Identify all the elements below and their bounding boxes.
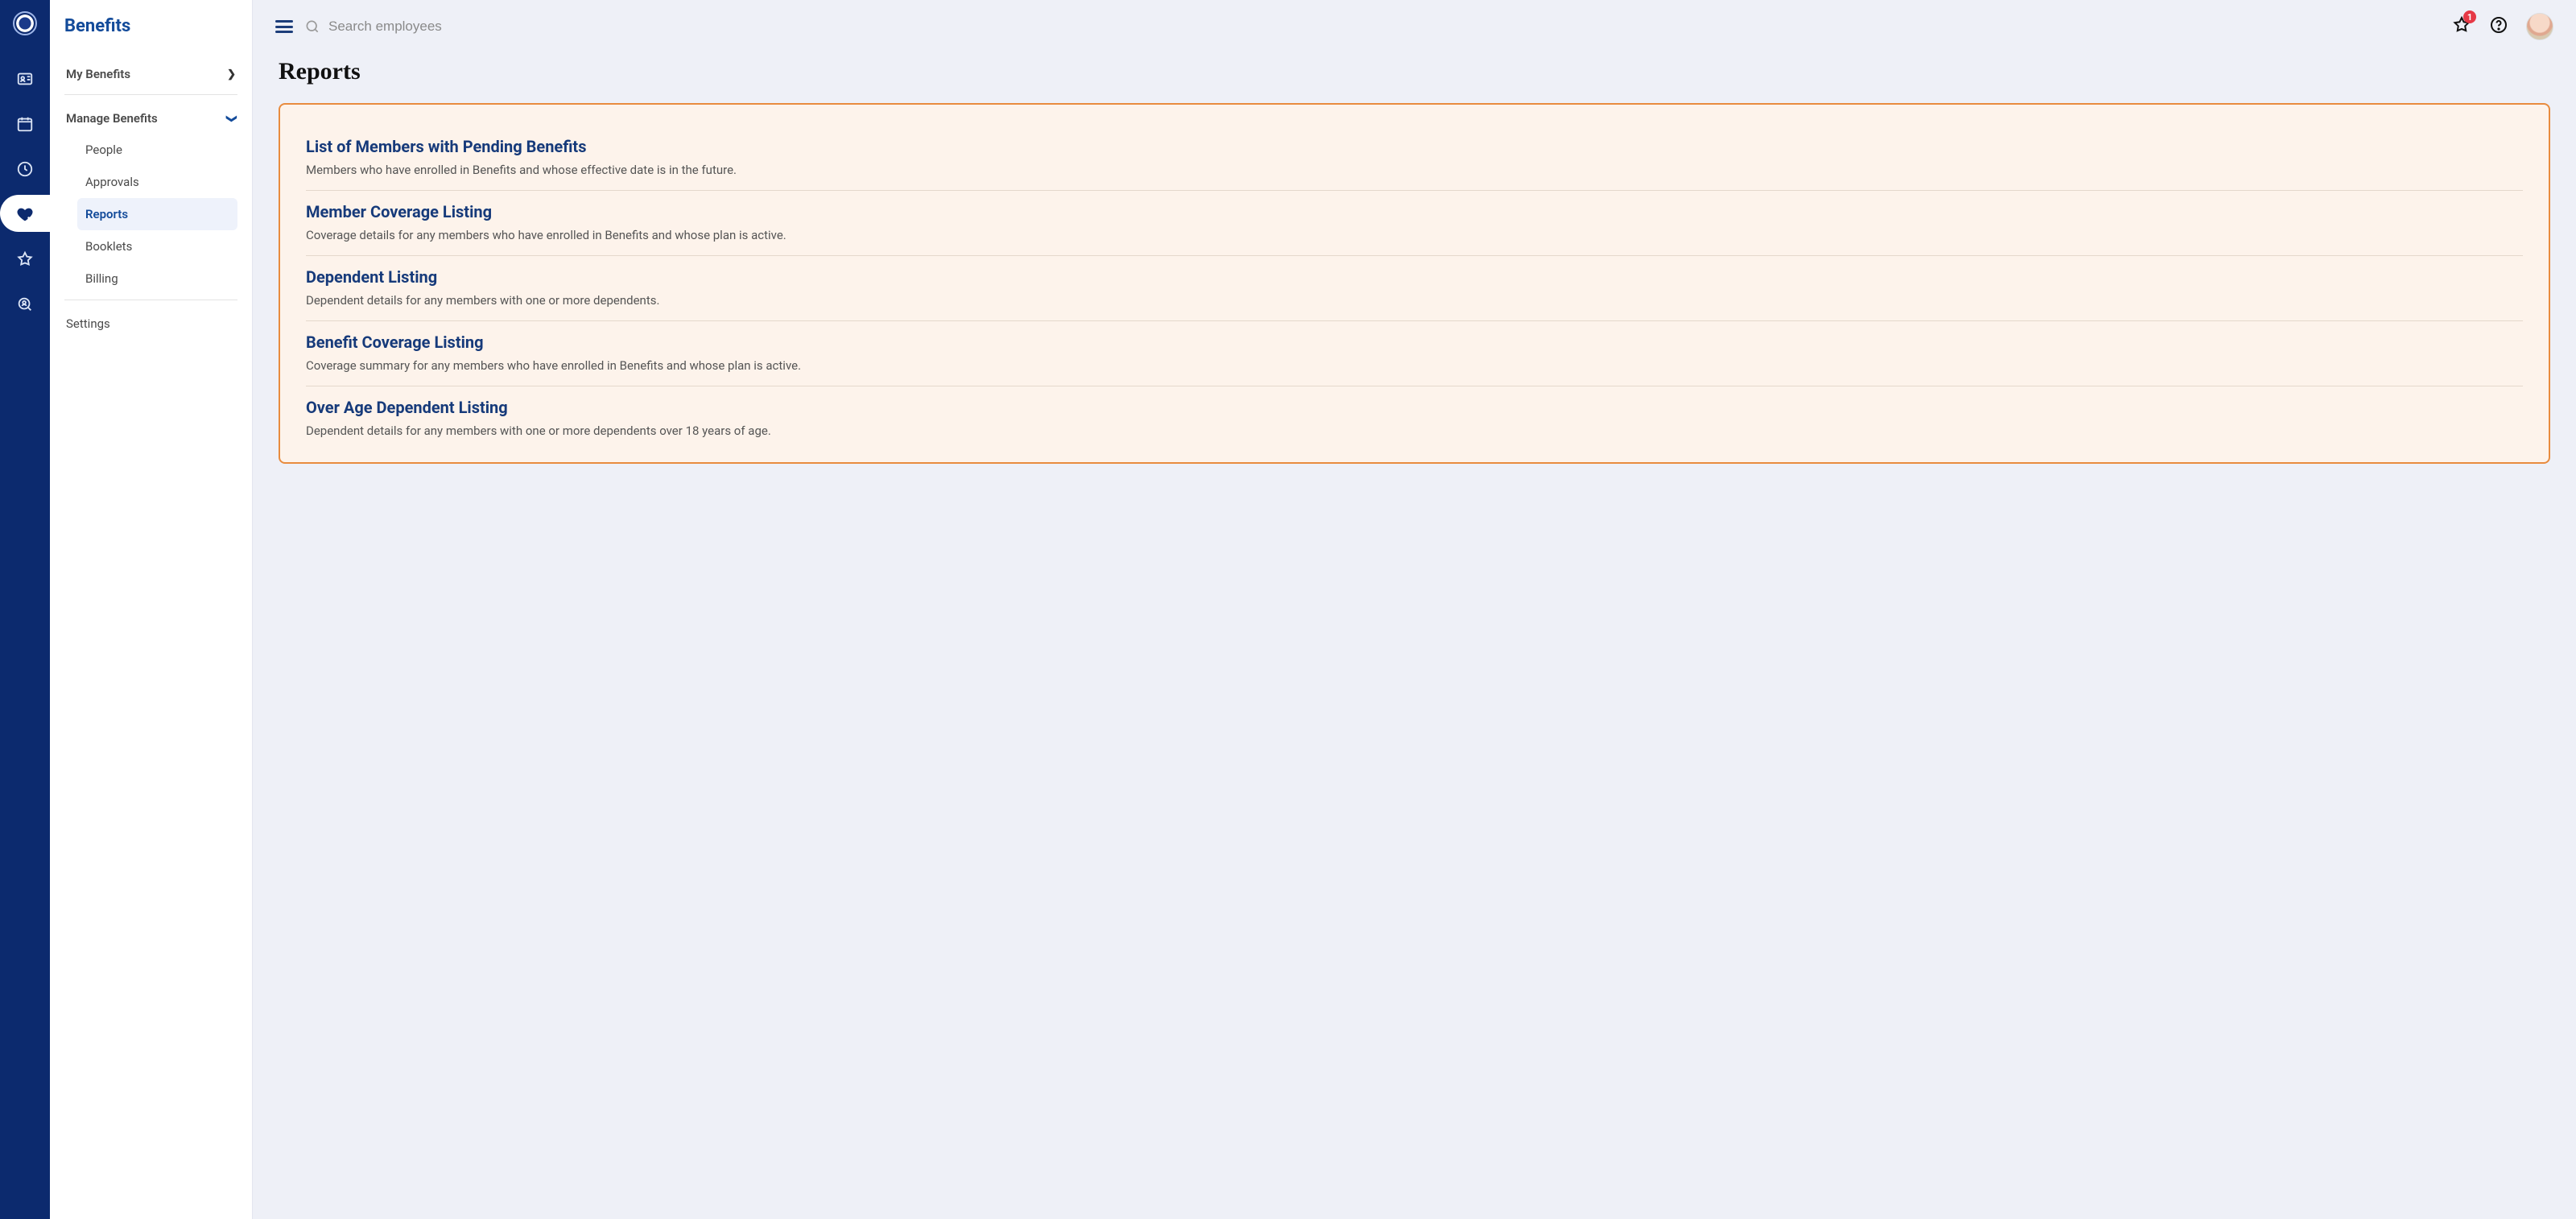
sidebar-sub-billing[interactable]: Billing: [77, 262, 237, 295]
sidebar-sub-approvals[interactable]: Approvals: [77, 166, 237, 198]
search-input[interactable]: [328, 19, 570, 35]
report-desc: Coverage summary for any members who hav…: [306, 358, 2523, 373]
report-title: Benefit Coverage Listing: [306, 333, 2523, 352]
report-title: Dependent Listing: [306, 267, 2523, 287]
page-title: Reports: [279, 58, 2550, 85]
nav-rail: [0, 0, 50, 1219]
id-card-icon[interactable]: [15, 69, 35, 89]
chevron-right-icon: ❯: [227, 68, 236, 81]
topbar-right: 1: [2452, 13, 2553, 40]
clock-icon[interactable]: [15, 159, 35, 179]
reports-card: List of Members with Pending Benefits Me…: [279, 103, 2550, 464]
page-body: Reports List of Members with Pending Ben…: [253, 48, 2576, 496]
sidebar-title: Benefits: [64, 16, 237, 36]
report-title: Over Age Dependent Listing: [306, 398, 2523, 417]
notification-badge: 1: [2463, 10, 2476, 23]
sidebar-item-label: Settings: [66, 316, 110, 331]
help-icon[interactable]: [2489, 15, 2508, 38]
sidebar-sub-booklets[interactable]: Booklets: [77, 230, 237, 262]
benefits-icon[interactable]: [15, 205, 35, 224]
report-title: Member Coverage Listing: [306, 202, 2523, 221]
report-item[interactable]: Over Age Dependent Listing Dependent det…: [306, 386, 2523, 438]
report-title: List of Members with Pending Benefits: [306, 137, 2523, 156]
report-desc: Dependent details for any members with o…: [306, 424, 2523, 438]
favorites-icon[interactable]: 1: [2452, 15, 2471, 38]
sidebar-sub-people[interactable]: People: [77, 134, 237, 166]
search-icon: [304, 19, 320, 35]
divider: [64, 94, 237, 95]
sidebar-sub-reports[interactable]: Reports: [77, 198, 237, 230]
app-logo[interactable]: [13, 11, 37, 35]
search-person-icon[interactable]: [15, 295, 35, 314]
sidebar-panel: Benefits My Benefits ❯ Manage Benefits ❯…: [50, 0, 253, 1219]
report-item[interactable]: Member Coverage Listing Coverage details…: [306, 191, 2523, 256]
manage-benefits-submenu: People Approvals Reports Booklets Billin…: [64, 134, 237, 295]
search-wrap: [304, 19, 2441, 35]
report-desc: Members who have enrolled in Benefits an…: [306, 163, 2523, 177]
topbar: 1: [253, 0, 2576, 48]
sidebar-item-label: My Benefits: [66, 67, 130, 81]
report-item[interactable]: List of Members with Pending Benefits Me…: [306, 126, 2523, 191]
sidebar-item-settings[interactable]: Settings: [64, 308, 237, 339]
sidebar-item-my-benefits[interactable]: My Benefits ❯: [64, 59, 237, 89]
menu-toggle-icon[interactable]: [275, 20, 293, 33]
report-desc: Dependent details for any members with o…: [306, 293, 2523, 308]
calendar-icon[interactable]: [15, 114, 35, 134]
sidebar-item-label: Manage Benefits: [66, 111, 158, 126]
main-area: 1 Reports List of Members with Pending B…: [253, 0, 2576, 1219]
sidebar-item-manage-benefits[interactable]: Manage Benefits ❯: [64, 103, 237, 134]
report-item[interactable]: Dependent Listing Dependent details for …: [306, 256, 2523, 321]
user-avatar[interactable]: [2526, 13, 2553, 40]
report-desc: Coverage details for any members who hav…: [306, 228, 2523, 242]
report-item[interactable]: Benefit Coverage Listing Coverage summar…: [306, 321, 2523, 386]
chevron-down-icon: ❯: [225, 114, 237, 123]
star-icon[interactable]: [15, 250, 35, 269]
